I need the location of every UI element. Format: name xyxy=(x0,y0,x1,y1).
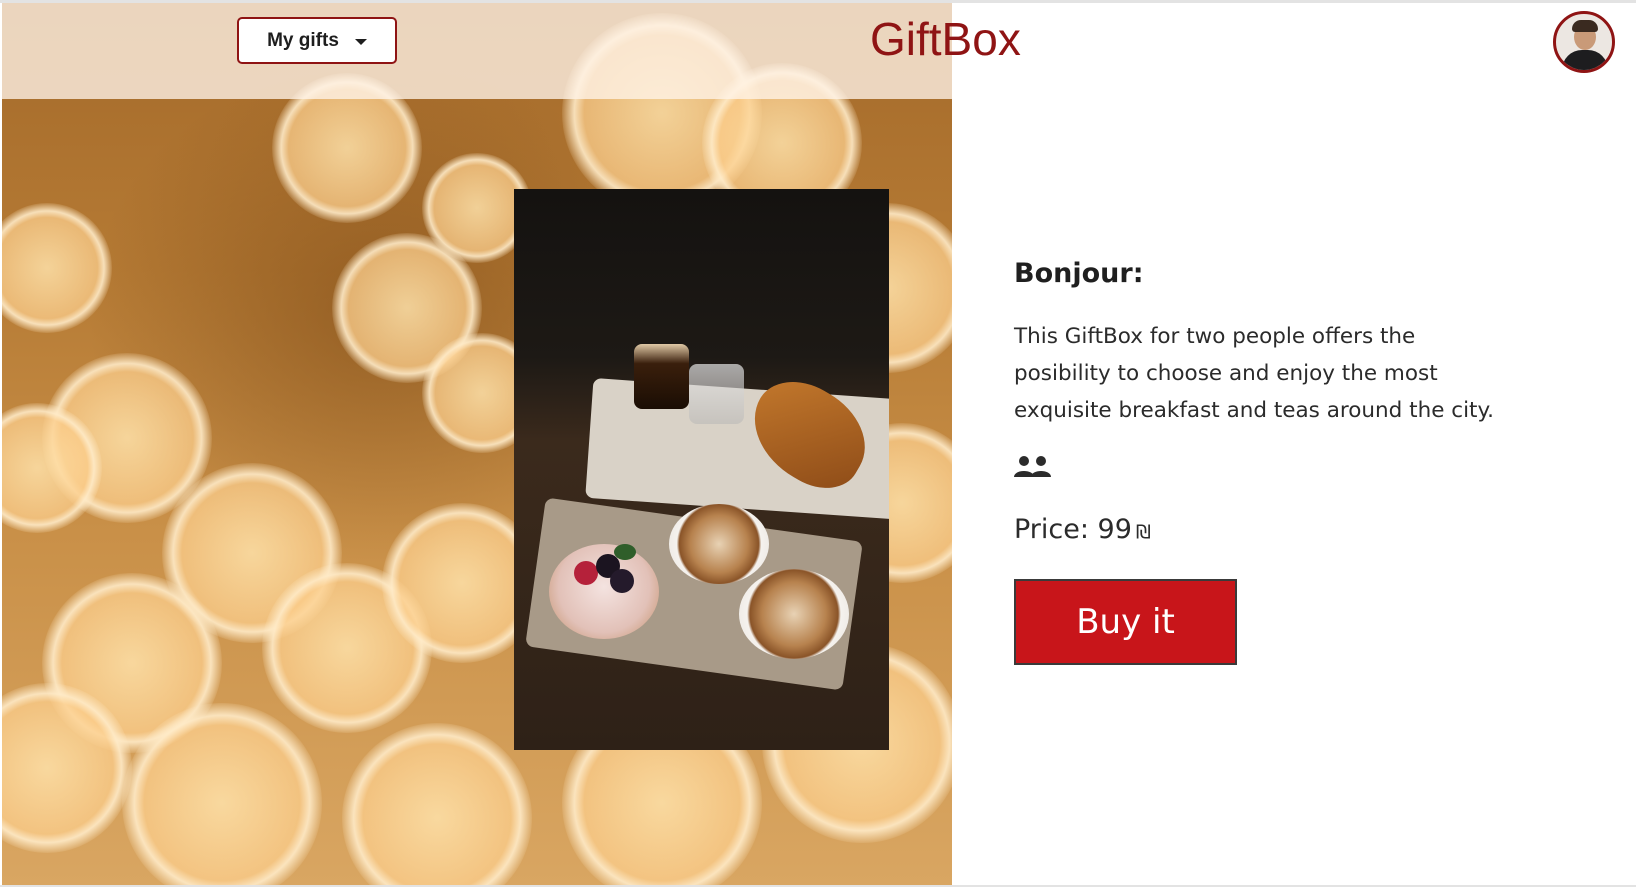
espresso-glass xyxy=(634,344,689,409)
page: My gifts GiftBox Bonjour: This GiftBox f… xyxy=(0,0,1636,887)
buy-button[interactable]: Buy it xyxy=(1014,579,1237,665)
avatar-hair xyxy=(1572,20,1598,32)
berry xyxy=(574,561,598,585)
bokeh-light xyxy=(122,703,322,886)
product-description: This GiftBox for two people offers the p… xyxy=(1014,324,1494,423)
two-people-icon xyxy=(1014,456,1051,477)
bokeh-light xyxy=(2,203,112,333)
latte-cup xyxy=(739,569,849,659)
latte-cup xyxy=(669,504,769,584)
my-gifts-label: My gifts xyxy=(267,29,339,51)
product-image xyxy=(514,189,889,750)
avatar-body xyxy=(1562,50,1608,70)
brand-title[interactable]: GiftBox xyxy=(870,12,1021,66)
user-avatar[interactable] xyxy=(1553,11,1615,73)
header-overlay xyxy=(2,3,952,99)
water-glass xyxy=(689,364,744,424)
my-gifts-dropdown-button[interactable]: My gifts xyxy=(237,17,397,64)
currency-symbol: ₪ xyxy=(1135,521,1151,543)
berry xyxy=(610,569,634,593)
price-label: Price: 99 xyxy=(1014,514,1132,545)
price: Price: 99 ₪ xyxy=(1014,514,1151,545)
mint-leaf xyxy=(614,544,636,560)
bokeh-light xyxy=(342,723,532,886)
caret-down-icon xyxy=(354,38,367,45)
product-name: Bonjour: xyxy=(1014,258,1144,289)
